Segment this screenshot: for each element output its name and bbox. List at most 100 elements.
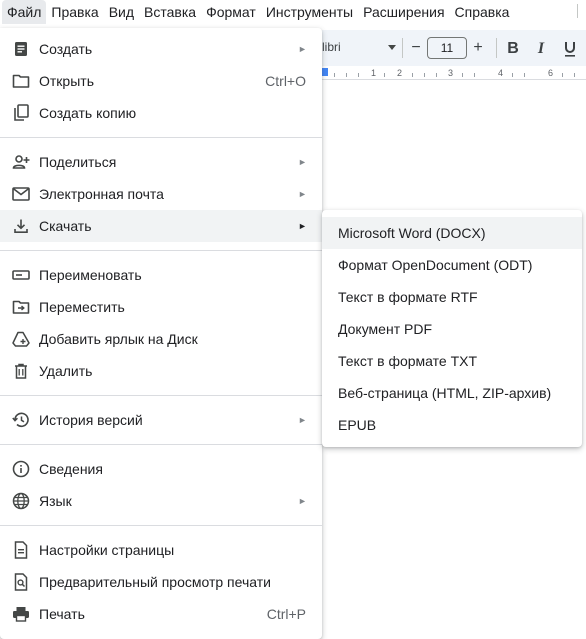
decrease-font-size-button[interactable]: − bbox=[405, 37, 427, 59]
menu-item-label: Переименовать bbox=[39, 267, 142, 283]
menu-help[interactable]: Справка bbox=[450, 0, 515, 24]
ruler-number: 1 bbox=[371, 68, 377, 78]
page-setup-icon bbox=[12, 541, 30, 559]
menu-extensions[interactable]: Расширения bbox=[358, 0, 449, 24]
download-rtf[interactable]: Текст в формате RTF bbox=[322, 281, 582, 313]
globe-icon bbox=[12, 492, 30, 510]
rename-icon bbox=[12, 266, 30, 284]
menu-item-label: Электронная почта bbox=[39, 186, 164, 202]
menu-item-label: Сведения bbox=[39, 461, 103, 477]
menu-item-create[interactable]: Создать ► bbox=[0, 33, 322, 65]
menu-item-delete[interactable]: Удалить bbox=[0, 355, 322, 387]
indent-marker[interactable] bbox=[322, 68, 328, 76]
ruler-tick bbox=[436, 73, 437, 77]
menu-tools[interactable]: Инструменты bbox=[261, 0, 358, 24]
submenu-arrow-icon: ► bbox=[298, 496, 307, 506]
menu-item-label: Печать bbox=[39, 606, 85, 622]
ruler: 1 2 3 4 6 bbox=[322, 66, 586, 82]
menu-insert[interactable]: Вставка bbox=[139, 0, 201, 24]
download-epub[interactable]: EPUB bbox=[322, 409, 582, 441]
ruler-tick bbox=[346, 73, 347, 77]
italic-button[interactable]: I bbox=[529, 38, 553, 60]
submenu-arrow-icon: ► bbox=[298, 415, 307, 425]
submenu-item-label: Текст в формате RTF bbox=[338, 289, 478, 305]
menu-item-details[interactable]: Сведения bbox=[0, 453, 322, 485]
menu-item-label: Переместить bbox=[39, 299, 125, 315]
toolbar: libri − 11 + B I bbox=[322, 30, 586, 66]
download-txt[interactable]: Текст в формате TXT bbox=[322, 345, 582, 377]
menu-item-print[interactable]: Печать Ctrl+P bbox=[0, 598, 322, 630]
underline-icon bbox=[565, 42, 575, 57]
print-preview-icon bbox=[12, 573, 30, 591]
folder-icon bbox=[12, 72, 30, 90]
menu-item-email[interactable]: Электронная почта ► bbox=[0, 178, 322, 210]
font-size-input[interactable]: 11 bbox=[427, 37, 467, 59]
ruler-tick bbox=[574, 73, 575, 77]
font-family-select[interactable]: libri bbox=[322, 40, 341, 54]
history-icon bbox=[12, 411, 30, 429]
ruler-baseline bbox=[322, 79, 586, 80]
menu-item-page-setup[interactable]: Настройки страницы bbox=[0, 534, 322, 566]
drive-shortcut-icon bbox=[12, 330, 30, 348]
menu-divider bbox=[0, 395, 322, 396]
submenu-item-label: Текст в формате TXT bbox=[338, 353, 478, 369]
menu-file[interactable]: Файл bbox=[2, 0, 47, 24]
menu-item-label: История версий bbox=[39, 412, 143, 428]
font-size-stepper: − 11 + bbox=[405, 37, 489, 59]
ruler-tick bbox=[384, 73, 385, 77]
mail-icon bbox=[12, 185, 30, 203]
menu-item-label: Открыть bbox=[39, 73, 94, 89]
menu-edit[interactable]: Правка bbox=[46, 0, 103, 24]
submenu-item-label: Microsoft Word (DOCX) bbox=[338, 225, 486, 241]
move-folder-icon bbox=[12, 298, 30, 316]
toolbar-divider bbox=[402, 38, 403, 58]
ruler-tick bbox=[424, 73, 425, 77]
download-pdf[interactable]: Документ PDF bbox=[322, 313, 582, 345]
menu-item-make-copy[interactable]: Создать копию bbox=[0, 97, 322, 129]
menu-divider bbox=[0, 250, 322, 251]
submenu-arrow-icon: ► bbox=[298, 44, 307, 54]
menu-format[interactable]: Формат bbox=[201, 0, 261, 24]
download-docx[interactable]: Microsoft Word (DOCX) bbox=[322, 217, 582, 249]
submenu-arrow-icon: ► bbox=[298, 157, 307, 167]
menu-item-label: Настройки страницы bbox=[39, 542, 175, 558]
menu-item-language[interactable]: Язык ► bbox=[0, 485, 322, 517]
menu-item-add-shortcut[interactable]: Добавить ярлык на Диск bbox=[0, 323, 322, 355]
ruler-tick bbox=[474, 73, 475, 77]
menu-item-label: Создать копию bbox=[39, 105, 137, 121]
menu-item-open[interactable]: Открыть Ctrl+O bbox=[0, 65, 322, 97]
file-menu: Создать ► Открыть Ctrl+O Создать копию П… bbox=[0, 28, 322, 639]
ruler-number: 6 bbox=[548, 68, 554, 78]
menu-divider bbox=[0, 137, 322, 138]
ruler-number: 4 bbox=[498, 68, 504, 78]
download-odt[interactable]: Формат OpenDocument (ODT) bbox=[322, 249, 582, 281]
menu-item-label: Скачать bbox=[39, 218, 92, 234]
menu-item-share[interactable]: Поделиться ► bbox=[0, 146, 322, 178]
menu-item-label: Поделиться bbox=[39, 154, 117, 170]
submenu-item-label: Веб-страница (HTML, ZIP-архив) bbox=[338, 385, 552, 401]
menu-item-move[interactable]: Переместить bbox=[0, 291, 322, 323]
menu-item-label: Язык bbox=[39, 493, 72, 509]
person-add-icon bbox=[12, 153, 30, 171]
printer-icon bbox=[12, 605, 30, 623]
toolbar-divider bbox=[496, 38, 497, 58]
menu-item-version-history[interactable]: История версий ► bbox=[0, 404, 322, 436]
submenu-arrow-icon: ► bbox=[298, 189, 307, 199]
submenu-item-label: EPUB bbox=[338, 417, 377, 433]
ruler-tick bbox=[524, 73, 525, 77]
menu-item-print-preview[interactable]: Предварительный просмотр печати bbox=[0, 566, 322, 598]
download-html[interactable]: Веб-страница (HTML, ZIP-архив) bbox=[322, 377, 582, 409]
menu-item-download[interactable]: Скачать ► bbox=[0, 210, 322, 242]
submenu-item-label: Документ PDF bbox=[338, 321, 432, 337]
bold-button[interactable]: B bbox=[501, 38, 525, 60]
increase-font-size-button[interactable]: + bbox=[467, 37, 489, 59]
keyboard-shortcut: Ctrl+P bbox=[266, 606, 306, 622]
info-icon bbox=[12, 460, 30, 478]
ruler-number: 3 bbox=[448, 68, 454, 78]
menu-item-rename[interactable]: Переименовать bbox=[0, 259, 322, 291]
underline-button[interactable] bbox=[558, 38, 582, 60]
ruler-tick bbox=[462, 73, 463, 77]
ruler-tick bbox=[334, 73, 335, 77]
menu-view[interactable]: Вид bbox=[104, 0, 139, 24]
menu-divider bbox=[0, 444, 322, 445]
